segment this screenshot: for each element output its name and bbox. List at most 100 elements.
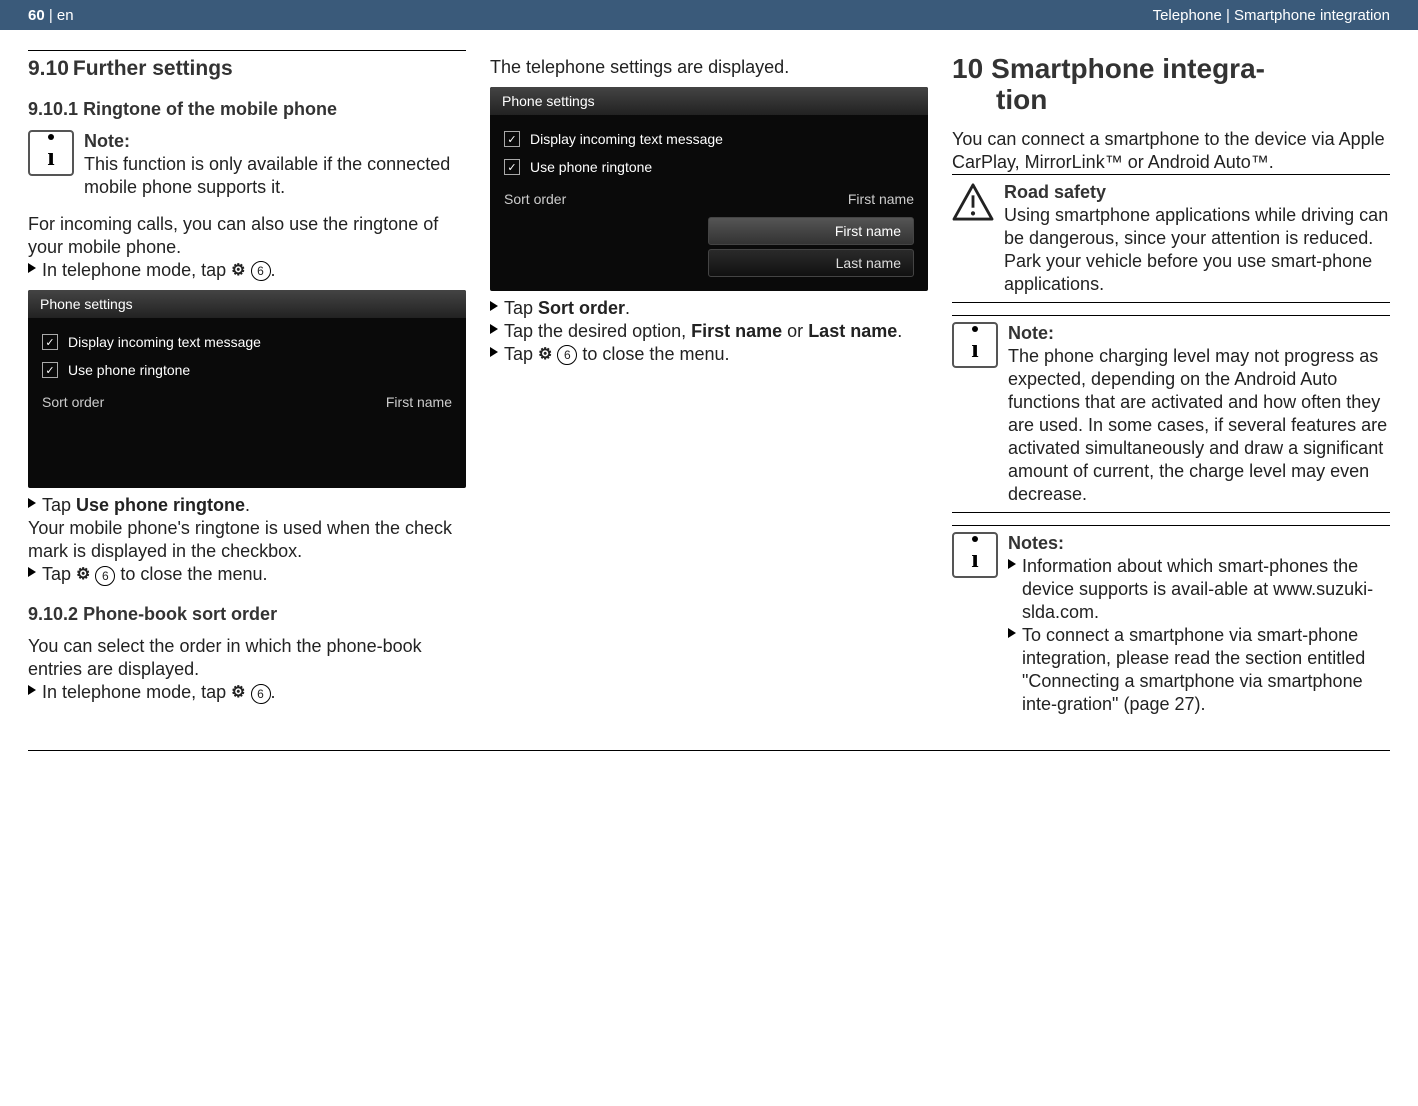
- step-text: Tap: [42, 564, 76, 584]
- page-number: 60: [28, 7, 45, 24]
- info-icon: ı: [952, 532, 998, 578]
- triangle-bullet-icon: [28, 685, 36, 695]
- screenshot-title: Phone settings: [28, 290, 466, 318]
- paragraph: You can connect a smartphone to the devi…: [952, 128, 1390, 174]
- checkbox-label: Use phone ringtone: [530, 159, 652, 175]
- step-text: .: [271, 260, 276, 280]
- sort-option-first-name: First name: [708, 217, 914, 245]
- step-text: Tap: [504, 298, 538, 318]
- notes-item: Information about which smart-phones the…: [1008, 555, 1390, 624]
- info-icon: ı: [952, 322, 998, 368]
- key-reference-6: 6: [557, 345, 577, 365]
- triangle-bullet-icon: [490, 324, 498, 334]
- road-safety-box: Road safety Using smartphone application…: [952, 174, 1390, 303]
- step-bold: Sort order: [538, 298, 625, 318]
- chapter-title-line2: tion: [996, 84, 1047, 115]
- warning-icon: [952, 181, 994, 223]
- chapter-title-line1: Smartphone integra-: [991, 53, 1265, 84]
- heading-number: 9.10: [28, 57, 69, 80]
- step-bold: Use phone ringtone: [76, 495, 245, 515]
- note-title: Note:: [1008, 323, 1054, 343]
- note-box: ı Note: The phone charging level may not…: [952, 322, 1390, 506]
- lang-code: | en: [45, 7, 74, 24]
- heading-text: Further settings: [73, 57, 233, 80]
- triangle-bullet-icon: [28, 498, 36, 508]
- checkbox-row: ✓ Use phone ringtone: [42, 356, 452, 384]
- step-text: In telephone mode, tap: [42, 682, 231, 702]
- checkbox-icon: ✓: [42, 334, 58, 350]
- notes-item-text: Information about which smart-phones the…: [1022, 555, 1390, 624]
- sort-row: Sort order First name: [42, 384, 452, 414]
- step-bold: First name: [691, 321, 782, 341]
- notes-title: Notes:: [1008, 533, 1064, 553]
- checkbox-row: ✓ Display incoming text message: [42, 328, 452, 356]
- checkbox-label: Display incoming text message: [68, 334, 261, 350]
- sort-row: Sort order First name: [504, 181, 914, 211]
- triangle-bullet-icon: [28, 263, 36, 273]
- instruction-step: Tap the desired option, First name or La…: [490, 320, 928, 343]
- phone-settings-screenshot: Phone settings ✓ Display incoming text m…: [28, 290, 466, 488]
- screenshot-title: Phone settings: [490, 87, 928, 115]
- note-box-charging: ı Note: The phone charging level may not…: [952, 315, 1390, 513]
- notes-item-text: To connect a smartphone via smart-phone …: [1022, 624, 1390, 716]
- step-text: to close the menu.: [115, 564, 267, 584]
- step-text: or: [782, 321, 808, 341]
- gear-icon: ⚙: [231, 261, 245, 281]
- instruction-step: Tap ⚙ 6 to close the menu.: [490, 343, 928, 366]
- warning-content: Road safety Using smartphone application…: [1004, 181, 1390, 296]
- paragraph: Your mobile phone's ringtone is used whe…: [28, 517, 466, 563]
- triangle-bullet-icon: [1008, 628, 1016, 638]
- paragraph: For incoming calls, you can also use the…: [28, 213, 466, 259]
- instruction-step: Tap Sort order.: [490, 297, 928, 320]
- note-box: ı Notes: Information about which smart-p…: [952, 532, 1390, 716]
- instruction-step: Tap Use phone ringtone.: [28, 494, 466, 517]
- notes-content: Notes: Information about which smart-pho…: [1008, 532, 1390, 716]
- step-text: .: [897, 321, 902, 341]
- step-text: .: [271, 682, 276, 702]
- step-text: .: [625, 298, 630, 318]
- warning-text: Park your vehicle before you use smart-p…: [1004, 251, 1372, 294]
- step-text: .: [245, 495, 250, 515]
- heading-9-10-2: 9.10.2 Phone-book sort order: [28, 604, 466, 625]
- gear-icon: ⚙: [538, 345, 552, 365]
- note-text: This function is only available if the c…: [84, 154, 450, 197]
- checkbox-icon: ✓: [504, 131, 520, 147]
- chapter-number: 10: [952, 53, 983, 84]
- triangle-bullet-icon: [28, 567, 36, 577]
- sort-value: First name: [386, 394, 452, 410]
- checkbox-label: Use phone ringtone: [68, 362, 190, 378]
- gear-icon: ⚙: [231, 683, 245, 703]
- column-1: 9.10Further settings 9.10.1 Ringtone of …: [28, 50, 466, 734]
- checkbox-row: ✓ Display incoming text message: [504, 125, 914, 153]
- checkbox-row: ✓ Use phone ringtone: [504, 153, 914, 181]
- notes-item: To connect a smartphone via smart-phone …: [1008, 624, 1390, 716]
- checkbox-icon: ✓: [504, 159, 520, 175]
- step-text: In telephone mode, tap: [42, 260, 231, 280]
- gear-icon: ⚙: [76, 565, 90, 585]
- warning-box: Road safety Using smartphone application…: [952, 181, 1390, 296]
- sort-label: Sort order: [42, 394, 104, 410]
- note-title: Note:: [84, 131, 130, 151]
- sort-label: Sort order: [504, 191, 566, 207]
- triangle-bullet-icon: [490, 301, 498, 311]
- key-reference-6: 6: [95, 566, 115, 586]
- sort-options-dropdown: First name Last name: [504, 217, 914, 277]
- paragraph: You can select the order in which the ph…: [28, 635, 466, 681]
- triangle-bullet-icon: [490, 347, 498, 357]
- phone-settings-screenshot-expanded: Phone settings ✓ Display incoming text m…: [490, 87, 928, 291]
- checkbox-label: Display incoming text message: [530, 131, 723, 147]
- divider: [28, 50, 466, 51]
- page-number-lang: 60 | en: [28, 7, 74, 24]
- notes-box: ı Notes: Information about which smart-p…: [952, 525, 1390, 722]
- paragraph: The telephone settings are displayed.: [490, 56, 928, 79]
- warning-text: Using smartphone applications while driv…: [1004, 205, 1388, 248]
- sort-option-last-name: Last name: [708, 249, 914, 277]
- heading-9-10: 9.10Further settings: [28, 57, 466, 81]
- column-2: The telephone settings are displayed. Ph…: [490, 50, 928, 734]
- heading-text: Ringtone of the mobile phone: [83, 99, 337, 119]
- key-reference-6: 6: [251, 261, 271, 281]
- heading-number: 9.10.2: [28, 604, 78, 624]
- triangle-bullet-icon: [1008, 559, 1016, 569]
- heading-text: Phone-book sort order: [83, 604, 277, 624]
- instruction-step: In telephone mode, tap ⚙ 6.: [28, 259, 466, 282]
